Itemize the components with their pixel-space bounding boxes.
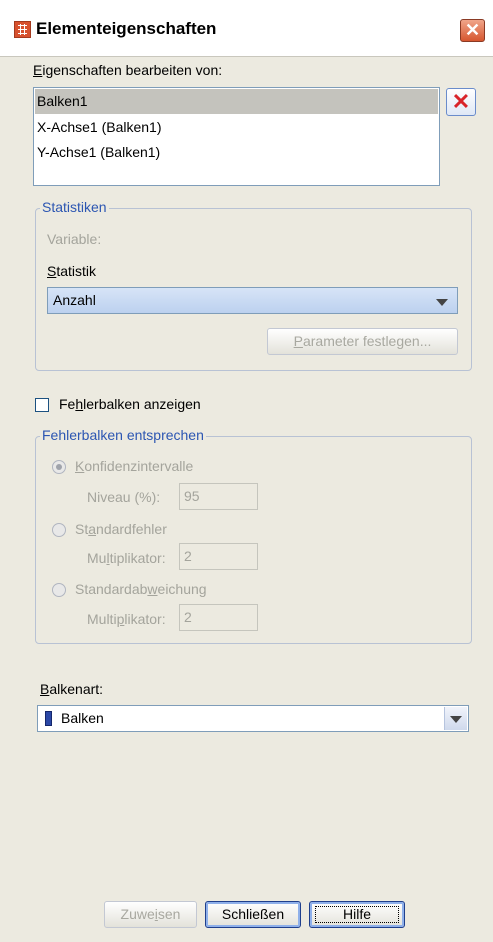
statistic-dropdown[interactable]: Anzahl xyxy=(47,287,458,314)
title-bar: Elementeigenschaften ✕ xyxy=(0,0,493,57)
level-input[interactable]: 95 xyxy=(179,483,258,510)
standard-deviation-radio[interactable] xyxy=(52,583,66,597)
window-close-button[interactable]: ✕ xyxy=(460,19,485,42)
sd-multiplier-input[interactable]: 2 xyxy=(179,604,258,631)
show-errorbars-checkbox[interactable] xyxy=(35,398,49,412)
bar-type-dropdown[interactable]: Balken xyxy=(37,705,469,732)
list-item-balken1[interactable]: Balken1 xyxy=(35,89,438,114)
statistic-label: Statistik xyxy=(47,263,97,279)
dropdown-button[interactable] xyxy=(444,707,467,730)
element-listbox[interactable]: Balken1 X-Achse1 (Balken1) Y-Achse1 (Bal… xyxy=(33,87,440,186)
show-errorbars-label: Fehlerbalken anzeigen xyxy=(59,396,201,412)
sd-multiplier-label: Multiplikator: xyxy=(87,611,166,627)
confidence-interval-radio[interactable] xyxy=(52,460,66,474)
delete-element-button[interactable]: ✕ xyxy=(446,88,476,116)
close-button[interactable]: Schließen xyxy=(205,901,301,928)
chevron-down-icon xyxy=(450,716,462,723)
window-title: Elementeigenschaften xyxy=(36,19,217,38)
list-item-x-achse1[interactable]: X-Achse1 (Balken1) xyxy=(35,115,438,140)
bar-shape-icon xyxy=(45,711,52,726)
statistic-value: Anzahl xyxy=(53,292,96,308)
bar-type-value: Balken xyxy=(61,710,104,726)
close-icon: ✕ xyxy=(464,20,481,40)
help-button[interactable]: Hilfe xyxy=(309,901,405,928)
bar-type-label: Balkenart: xyxy=(40,681,104,697)
statistics-group-title: Statistiken xyxy=(40,199,109,215)
se-multiplier-label: Multiplikator: xyxy=(87,550,166,566)
standard-error-radio[interactable] xyxy=(52,523,66,537)
set-parameters-button[interactable]: Parameter festlegen... xyxy=(267,328,458,355)
apply-button[interactable]: Zuweisen xyxy=(104,901,197,928)
chevron-down-icon xyxy=(436,299,448,306)
confidence-interval-label: Konfidenzintervalle xyxy=(75,458,194,474)
errorbars-group-title: Fehlerbalken entsprechen xyxy=(40,427,206,443)
standard-error-label: Standardfehler xyxy=(75,521,167,537)
standard-deviation-label: Standardabweichung xyxy=(75,581,207,597)
variable-label: Variable: xyxy=(47,231,102,247)
focus-ring xyxy=(315,906,399,923)
level-label: Niveau (%): xyxy=(87,489,161,505)
se-multiplier-input[interactable]: 2 xyxy=(179,543,258,570)
edit-props-label: Eigenschaften bearbeiten von: xyxy=(33,62,223,78)
list-item-y-achse1[interactable]: Y-Achse1 (Balken1) xyxy=(35,140,438,165)
chart-app-icon xyxy=(14,21,31,38)
delete-icon: ✕ xyxy=(451,89,471,114)
